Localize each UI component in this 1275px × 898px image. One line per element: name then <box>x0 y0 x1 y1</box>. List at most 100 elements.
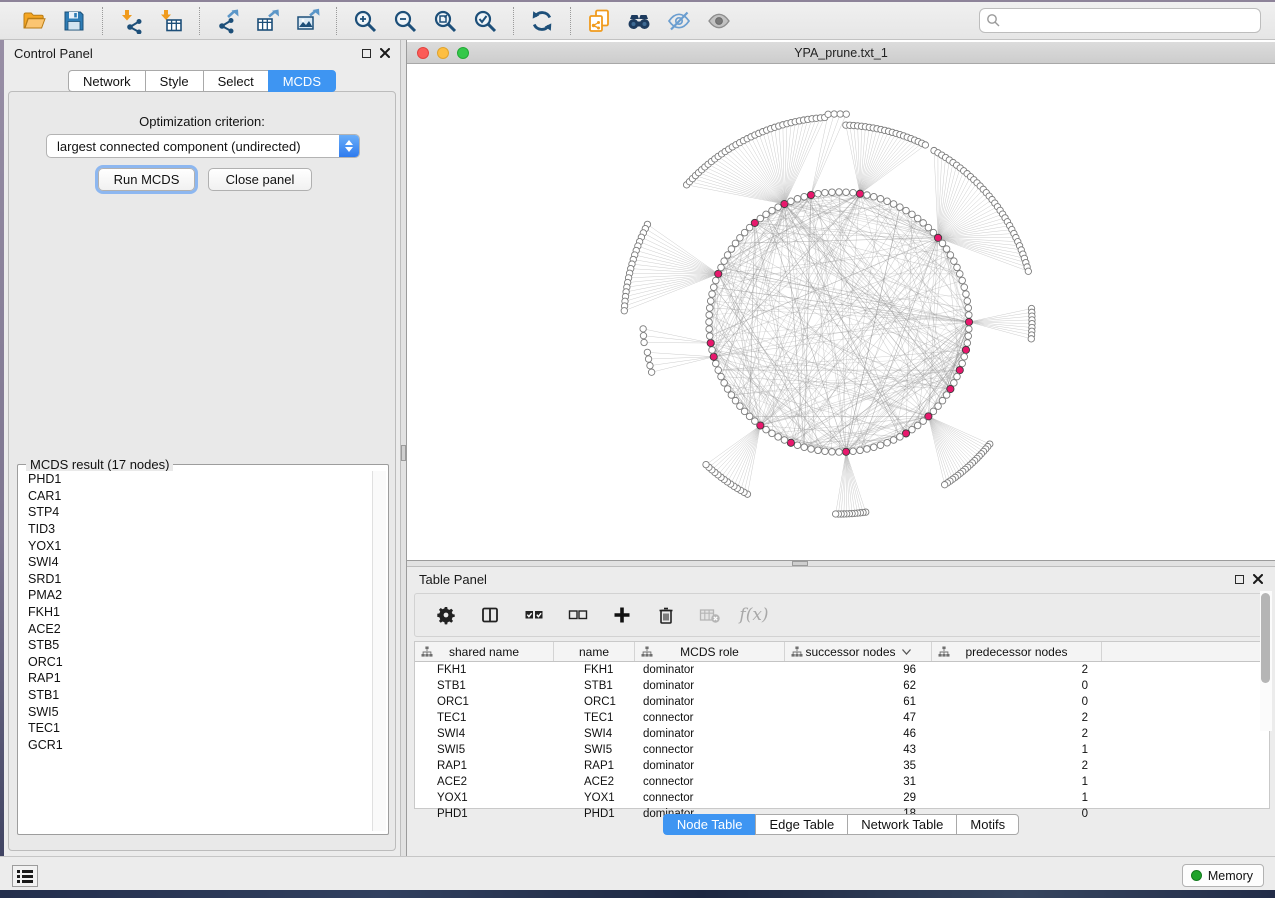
criterion-dropdown[interactable]: largest connected component (undirected) <box>46 134 360 158</box>
graph-node[interactable] <box>870 193 877 200</box>
graph-node[interactable] <box>718 373 725 380</box>
graph-node[interactable] <box>829 449 836 456</box>
graph-node[interactable] <box>721 380 728 387</box>
graph-node[interactable] <box>713 360 720 367</box>
mcds-result-item[interactable]: SWI5 <box>20 703 372 720</box>
graph-node[interactable] <box>757 215 764 222</box>
graph-node[interactable] <box>1028 336 1034 342</box>
graph-node[interactable] <box>857 447 864 454</box>
graph-node[interactable] <box>724 252 731 259</box>
mcds-result-item[interactable]: TID3 <box>20 521 372 538</box>
graph-node[interactable] <box>769 430 776 437</box>
export-table-button[interactable] <box>252 6 284 36</box>
tab-network[interactable]: Network <box>68 70 145 92</box>
graph-node[interactable] <box>709 291 716 298</box>
table-row[interactable]: ORC1ORC1dominator610 <box>415 694 1269 710</box>
graph-node[interactable] <box>920 418 927 425</box>
graph-node[interactable] <box>640 326 646 332</box>
mcds-result-item[interactable]: GCR1 <box>20 737 372 754</box>
graph-node[interactable] <box>877 196 884 203</box>
run-mcds-button[interactable]: Run MCDS <box>98 168 195 191</box>
float-panel-icon[interactable] <box>362 49 371 58</box>
graph-node[interactable] <box>815 447 822 454</box>
graph-node[interactable] <box>741 408 748 415</box>
graph-node[interactable] <box>709 347 716 354</box>
graph-node[interactable] <box>959 277 966 284</box>
table-row[interactable]: YOX1YOX1connector291 <box>415 790 1269 806</box>
tab-select[interactable]: Select <box>203 70 268 92</box>
graph-node[interactable] <box>843 111 849 117</box>
graph-node[interactable] <box>935 403 942 410</box>
graph-node[interactable] <box>752 418 759 425</box>
panel-menu-button[interactable] <box>12 865 38 887</box>
scrollbar-thumb[interactable] <box>1261 593 1270 683</box>
add-column-button[interactable] <box>611 604 633 626</box>
graph-hub-node[interactable] <box>715 270 722 277</box>
column-header-MCDS-role[interactable]: MCDS role <box>635 642 785 661</box>
search-input[interactable] <box>979 8 1261 33</box>
mcds-result-item[interactable]: TEC1 <box>20 720 372 737</box>
graph-node[interactable] <box>850 189 857 196</box>
mcds-result-item[interactable]: FKH1 <box>20 604 372 621</box>
graph-node[interactable] <box>951 258 958 265</box>
table-scrollbar[interactable] <box>1260 591 1272 731</box>
graph-node[interactable] <box>890 201 897 208</box>
graph-node[interactable] <box>715 367 722 374</box>
tab-node-table[interactable]: Node Table <box>663 814 756 835</box>
graph-node[interactable] <box>832 511 838 517</box>
graph-node[interactable] <box>703 461 709 467</box>
mcds-result-item[interactable]: SWI4 <box>20 554 372 571</box>
mcds-result-item[interactable]: ORC1 <box>20 654 372 671</box>
graph-hub-node[interactable] <box>962 346 969 353</box>
graph-node[interactable] <box>964 340 971 347</box>
mcds-list-scrollbar[interactable] <box>372 471 386 831</box>
graph-node[interactable] <box>746 413 753 420</box>
graph-node[interactable] <box>954 264 961 271</box>
table-row[interactable]: TEC1TEC1connector472 <box>415 710 1269 726</box>
first-neighbors-button[interactable] <box>623 6 655 36</box>
graph-node[interactable] <box>922 142 928 148</box>
graph-hub-node[interactable] <box>710 353 717 360</box>
graph-node[interactable] <box>870 444 877 451</box>
splitter-grip[interactable] <box>792 561 808 566</box>
close-panel-icon[interactable] <box>1253 574 1263 584</box>
graph-node[interactable] <box>920 220 927 227</box>
graph-node[interactable] <box>837 111 843 117</box>
zoom-fit-button[interactable] <box>429 6 461 36</box>
graph-node[interactable] <box>808 446 815 453</box>
network-graph[interactable] <box>407 64 1275 560</box>
graph-node[interactable] <box>914 215 921 222</box>
graph-node[interactable] <box>825 111 831 117</box>
graph-node[interactable] <box>732 397 739 404</box>
graph-node[interactable] <box>877 442 884 449</box>
graph-node[interactable] <box>822 448 829 455</box>
mcds-result-item[interactable]: YOX1 <box>20 537 372 554</box>
graph-node[interactable] <box>641 339 647 345</box>
graph-node[interactable] <box>647 362 653 368</box>
graph-node[interactable] <box>939 397 946 404</box>
graph-node[interactable] <box>794 196 801 203</box>
close-panel-button[interactable]: Close panel <box>208 168 312 191</box>
graph-node[interactable] <box>706 312 713 319</box>
graph-node[interactable] <box>831 111 837 117</box>
graph-node[interactable] <box>1025 268 1031 274</box>
graph-node[interactable] <box>943 246 950 253</box>
graph-node[interactable] <box>884 439 891 446</box>
network-window-titlebar[interactable]: YPA_prune.txt_1 <box>407 42 1275 64</box>
graph-node[interactable] <box>909 211 916 218</box>
mcds-result-item[interactable]: STB5 <box>20 637 372 654</box>
graph-node[interactable] <box>741 229 748 236</box>
graph-node[interactable] <box>890 437 897 444</box>
graph-node[interactable] <box>843 189 850 196</box>
graph-node[interactable] <box>775 434 782 441</box>
graph-node[interactable] <box>710 284 717 291</box>
column-header-name[interactable]: name <box>554 642 635 661</box>
tab-style[interactable]: Style <box>145 70 203 92</box>
mcds-result-item[interactable]: RAP1 <box>20 670 372 687</box>
save-session-button[interactable] <box>58 6 90 36</box>
graph-node[interactable] <box>713 277 720 284</box>
mcds-result-item[interactable]: SRD1 <box>20 571 372 588</box>
graph-node[interactable] <box>644 349 650 355</box>
graph-node[interactable] <box>737 235 744 242</box>
graph-node[interactable] <box>721 258 728 265</box>
